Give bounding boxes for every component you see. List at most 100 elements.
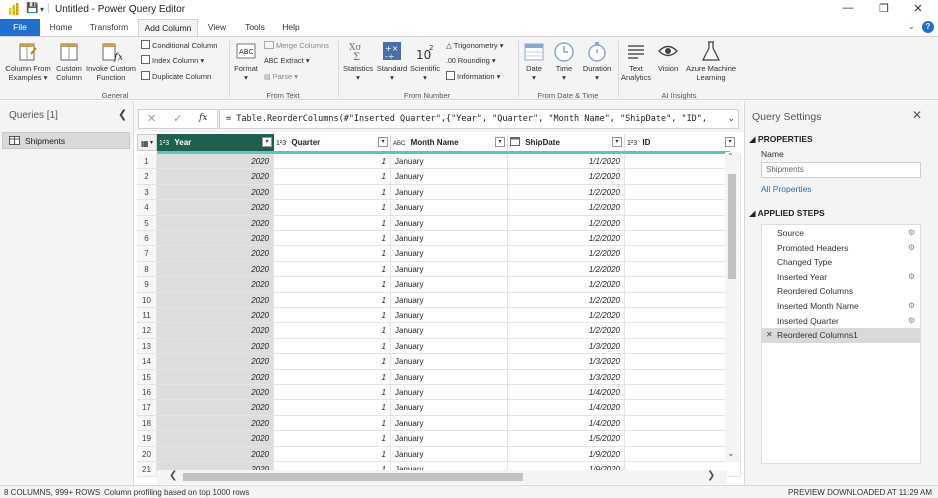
cell-quarter[interactable]: 1 bbox=[274, 323, 391, 339]
cell-shipdate[interactable]: 1/2/2020 bbox=[508, 277, 625, 293]
row-number[interactable]: 1 bbox=[137, 154, 157, 170]
filter-dropdown-icon[interactable]: ▾ bbox=[725, 137, 735, 147]
cell-year[interactable]: 2020 bbox=[157, 338, 274, 355]
cell-shipdate[interactable]: 1/2/2020 bbox=[508, 292, 625, 308]
column-header-shipdate[interactable]: ShipDate ▾ bbox=[508, 134, 625, 151]
date-button[interactable]: Date ▾ bbox=[520, 40, 548, 82]
cell-quarter[interactable]: 1 bbox=[274, 415, 391, 432]
cell-shipdate[interactable]: 1/4/2020 bbox=[508, 385, 625, 401]
formula-input[interactable]: = Table.ReorderColumns(#"Inserted Quarte… bbox=[219, 109, 739, 129]
column-header-month-name[interactable]: ABC Month Name ▾ bbox=[391, 134, 508, 151]
cell-month-name[interactable]: January bbox=[391, 323, 508, 339]
information-button[interactable]: Information ▾ bbox=[446, 71, 500, 83]
merge-columns-button[interactable]: Merge Columns bbox=[264, 40, 329, 52]
applied-step[interactable]: Promoted Headers ⚙ bbox=[762, 241, 920, 256]
row-number[interactable]: 6 bbox=[137, 231, 157, 247]
applied-steps-header[interactable]: ◢ APPLIED STEPS bbox=[749, 208, 825, 219]
cell-shipdate[interactable]: 1/4/2020 bbox=[508, 415, 625, 432]
filter-dropdown-icon[interactable]: ▾ bbox=[495, 137, 505, 147]
table-row[interactable]: 6 2020 1 January 1/2/2020 bbox=[135, 231, 741, 247]
table-menu-icon[interactable]: ▦ ▾ bbox=[137, 134, 157, 151]
cell-year[interactable]: 2020 bbox=[157, 354, 274, 370]
restore-icon[interactable]: ❐ bbox=[872, 2, 896, 15]
help-icon[interactable]: ? bbox=[922, 21, 934, 33]
parse-button[interactable]: ▤ Parse ▾ bbox=[264, 71, 298, 83]
table-row[interactable]: 3 2020 1 January 1/2/2020 bbox=[135, 184, 741, 201]
cell-month-name[interactable]: January bbox=[391, 308, 508, 324]
status-profiling[interactable]: Column profiling based on top 1000 rows bbox=[104, 488, 249, 497]
row-number[interactable]: 9 bbox=[137, 277, 157, 293]
tab-add-column[interactable]: Add Column bbox=[138, 19, 198, 36]
cell-month-name[interactable]: January bbox=[391, 446, 508, 462]
table-row[interactable]: 16 2020 1 January 1/4/2020 bbox=[135, 385, 741, 401]
cell-id[interactable] bbox=[625, 369, 741, 385]
cell-year[interactable]: 2020 bbox=[157, 385, 274, 401]
cell-year[interactable]: 2020 bbox=[157, 400, 274, 416]
tab-file[interactable]: File bbox=[0, 19, 40, 36]
cell-id[interactable] bbox=[625, 308, 741, 324]
cell-id[interactable] bbox=[625, 184, 741, 201]
cell-id[interactable] bbox=[625, 446, 741, 462]
all-properties-link[interactable]: All Properties bbox=[761, 184, 812, 194]
filter-dropdown-icon[interactable]: ▾ bbox=[262, 137, 272, 147]
cell-month-name[interactable]: January bbox=[391, 154, 508, 170]
applied-step[interactable]: Inserted Year ⚙ bbox=[762, 270, 920, 285]
duplicate-column-button[interactable]: Duplicate Column bbox=[141, 71, 211, 83]
column-header-quarter[interactable]: 1²3 Quarter ▾ bbox=[274, 134, 391, 151]
cell-shipdate[interactable]: 1/5/2020 bbox=[508, 431, 625, 447]
cell-month-name[interactable]: January bbox=[391, 246, 508, 262]
cell-quarter[interactable]: 1 bbox=[274, 292, 391, 308]
cell-id[interactable] bbox=[625, 246, 741, 262]
close-icon[interactable]: ✕ bbox=[906, 2, 930, 15]
applied-step[interactable]: Changed Type bbox=[762, 255, 920, 270]
close-pane-icon[interactable]: ✕ bbox=[912, 108, 922, 122]
rounding-button[interactable]: .00 Rounding ▾ bbox=[446, 55, 496, 67]
cancel-formula-icon[interactable]: ✕ bbox=[147, 112, 156, 125]
cell-quarter[interactable]: 1 bbox=[274, 400, 391, 416]
cell-year[interactable]: 2020 bbox=[157, 231, 274, 247]
step-settings-gear-icon[interactable]: ⚙ bbox=[908, 299, 915, 314]
cell-year[interactable]: 2020 bbox=[157, 246, 274, 262]
cell-id[interactable] bbox=[625, 277, 741, 293]
cell-year[interactable]: 2020 bbox=[157, 154, 274, 170]
cell-id[interactable] bbox=[625, 415, 741, 432]
filter-dropdown-icon[interactable]: ▾ bbox=[378, 137, 388, 147]
applied-step[interactable]: ✕ Reordered Columns1 bbox=[762, 328, 920, 343]
collapse-pane-icon[interactable]: ❮ bbox=[118, 108, 127, 121]
cell-id[interactable] bbox=[625, 231, 741, 247]
cell-month-name[interactable]: January bbox=[391, 338, 508, 355]
cell-year[interactable]: 2020 bbox=[157, 446, 274, 462]
table-row[interactable]: 20 2020 1 January 1/9/2020 bbox=[135, 446, 741, 462]
row-number[interactable]: 19 bbox=[137, 431, 157, 447]
cell-month-name[interactable]: January bbox=[391, 261, 508, 278]
cell-quarter[interactable]: 1 bbox=[274, 169, 391, 185]
row-number[interactable]: 18 bbox=[137, 415, 157, 432]
cell-year[interactable]: 2020 bbox=[157, 200, 274, 216]
cell-shipdate[interactable]: 1/2/2020 bbox=[508, 308, 625, 324]
table-row[interactable]: 7 2020 1 January 1/2/2020 bbox=[135, 246, 741, 262]
table-row[interactable]: 1 2020 1 January 1/1/2020 bbox=[135, 154, 741, 170]
tab-tools[interactable]: Tools bbox=[238, 19, 272, 36]
scroll-up-icon[interactable]: ⌃ bbox=[727, 152, 734, 161]
cell-quarter[interactable]: 1 bbox=[274, 369, 391, 385]
applied-step[interactable]: Source ⚙ bbox=[762, 226, 920, 241]
cell-shipdate[interactable]: 1/2/2020 bbox=[508, 169, 625, 185]
cell-month-name[interactable]: January bbox=[391, 215, 508, 231]
azure-machine-learning-button[interactable]: Azure Machine Learning bbox=[684, 40, 738, 82]
step-settings-gear-icon[interactable]: ⚙ bbox=[908, 314, 915, 329]
expand-formula-icon[interactable]: ⌄ bbox=[727, 113, 735, 124]
step-settings-gear-icon[interactable]: ⚙ bbox=[908, 270, 915, 285]
ribbon-collapse-icon[interactable]: ⌄ bbox=[908, 22, 915, 31]
row-number[interactable]: 4 bbox=[137, 200, 157, 216]
cell-quarter[interactable]: 1 bbox=[274, 338, 391, 355]
cell-year[interactable]: 2020 bbox=[157, 308, 274, 324]
cell-month-name[interactable]: January bbox=[391, 431, 508, 447]
cell-id[interactable] bbox=[625, 200, 741, 216]
row-number[interactable]: 17 bbox=[137, 400, 157, 416]
cell-quarter[interactable]: 1 bbox=[274, 431, 391, 447]
cell-quarter[interactable]: 1 bbox=[274, 385, 391, 401]
tab-transform[interactable]: Transform bbox=[84, 19, 134, 36]
table-row[interactable]: 8 2020 1 January 1/2/2020 bbox=[135, 261, 741, 278]
cell-year[interactable]: 2020 bbox=[157, 215, 274, 231]
row-number[interactable]: 3 bbox=[137, 184, 157, 201]
